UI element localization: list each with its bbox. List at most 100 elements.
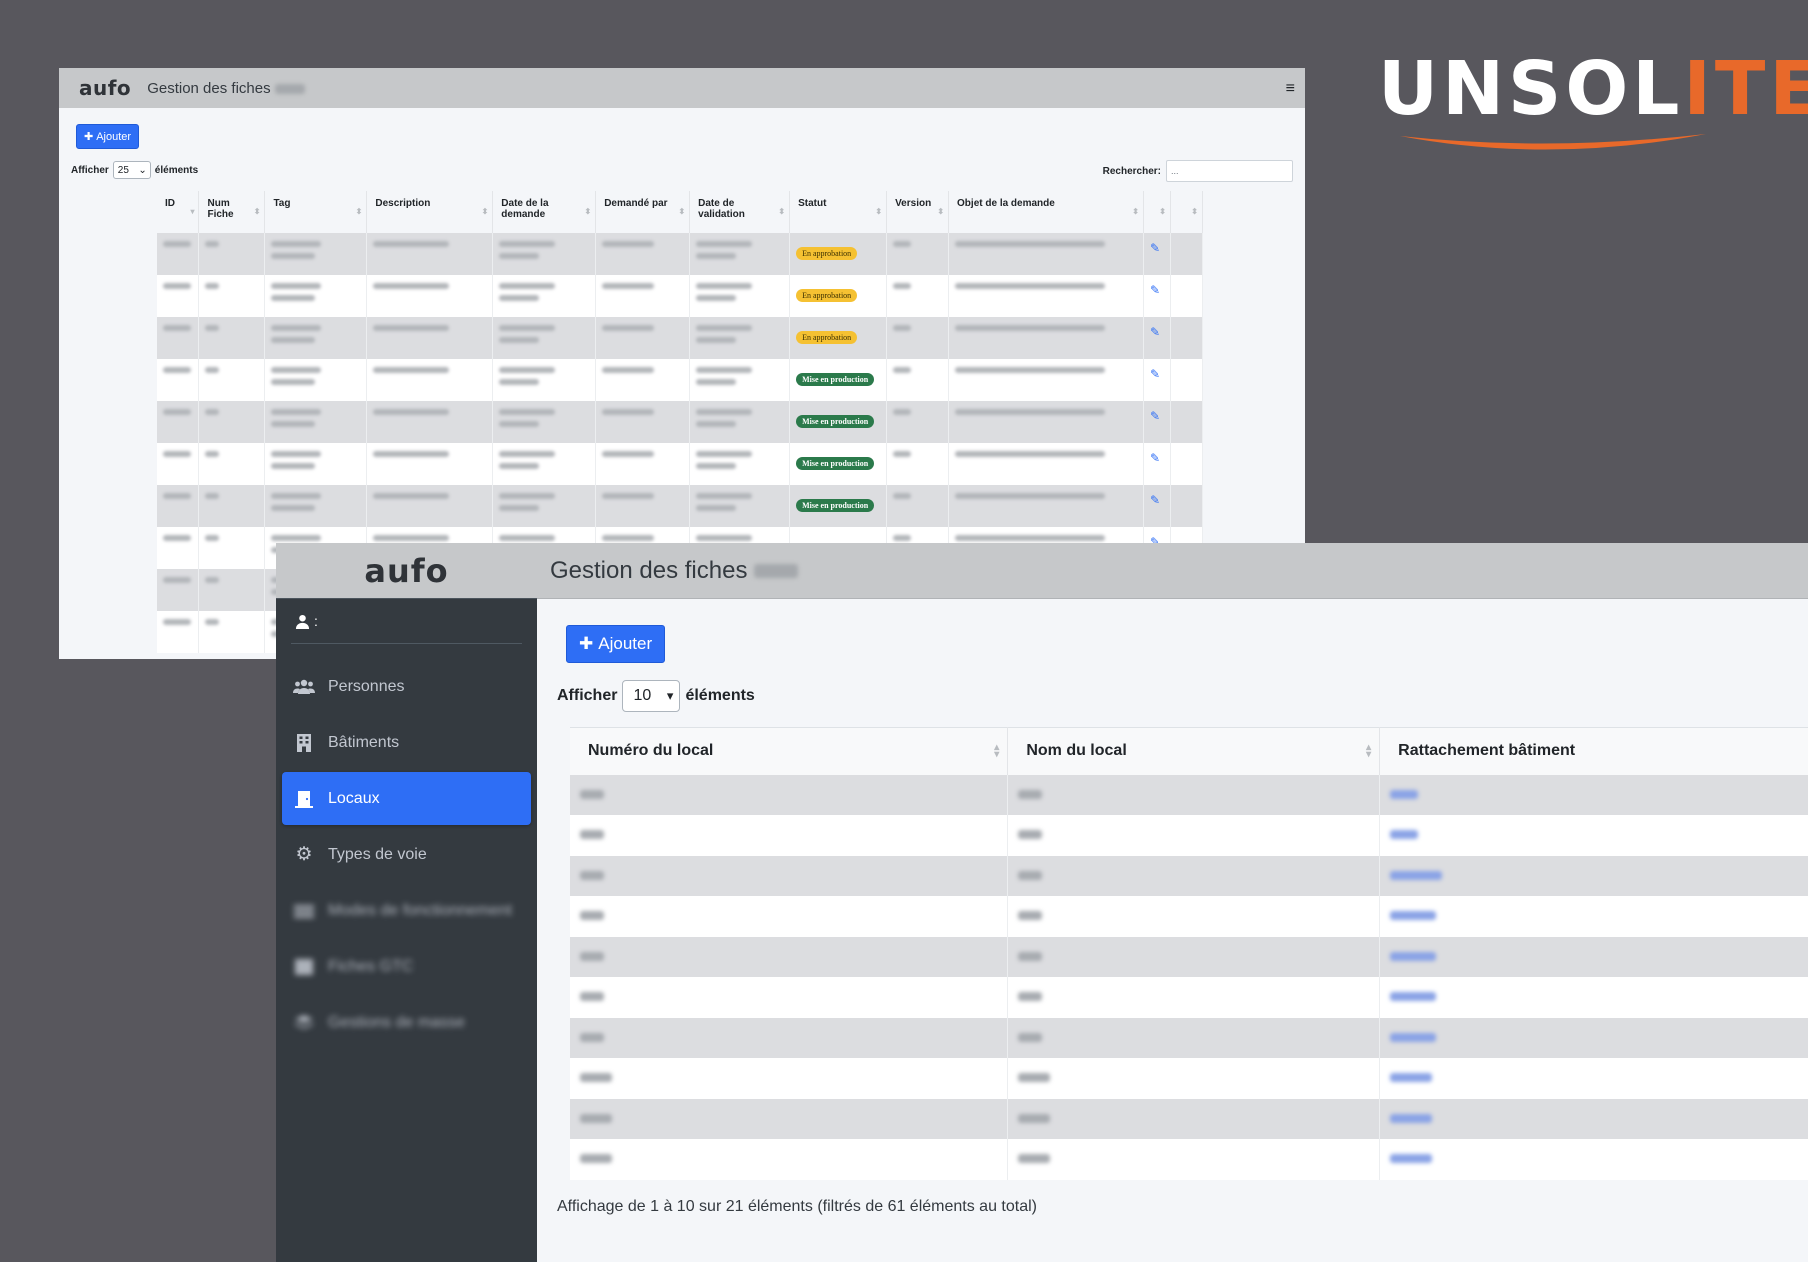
redacted-text	[205, 577, 220, 583]
redacted-text	[696, 451, 753, 457]
redacted-text	[271, 379, 316, 385]
sidebar-brand[interactable]: aufo	[276, 543, 537, 599]
back-search-input[interactable]: ...	[1166, 160, 1293, 182]
table-cell: ✎	[1143, 359, 1171, 401]
user-name: :	[314, 613, 318, 629]
add-button[interactable]: ✚ Ajouter	[566, 625, 666, 663]
edit-icon[interactable]: ✎	[1150, 367, 1160, 381]
user-panel[interactable]: :	[291, 599, 522, 644]
table-row[interactable]	[570, 855, 1808, 896]
table-row[interactable]	[570, 774, 1808, 815]
back-length-select[interactable]: 25 ⌄	[112, 161, 151, 179]
table-row[interactable]	[570, 896, 1808, 937]
redacted-text	[696, 295, 737, 301]
redacted-text	[163, 493, 191, 499]
col-header-num-fiche[interactable]: Num Fiche ⬍	[198, 191, 266, 233]
redacted-text	[696, 337, 737, 343]
table-cell[interactable]	[1379, 1098, 1808, 1139]
table-row[interactable]	[570, 1098, 1808, 1139]
table-row[interactable]	[570, 936, 1808, 977]
redacted-text	[373, 241, 450, 247]
building-link[interactable]	[1390, 992, 1437, 1002]
col-header-nom-local[interactable]: Nom du local ▴ ▾	[1007, 727, 1381, 775]
building-link[interactable]	[1390, 1073, 1433, 1083]
sidebar-item-batiments[interactable]: Bâtiments	[282, 716, 531, 769]
edit-icon[interactable]: ✎	[1150, 451, 1160, 465]
col-header-tag[interactable]: Tag ⬍	[264, 191, 368, 233]
building-link[interactable]	[1390, 1032, 1437, 1042]
building-link[interactable]	[1390, 789, 1419, 799]
col-header-date-demande[interactable]: Date de la demande ⬍	[492, 191, 597, 233]
back-add-button[interactable]: ✚ Ajouter	[76, 124, 140, 149]
col-header-edit[interactable]: ⬍	[1143, 191, 1171, 233]
table-row[interactable]	[570, 1058, 1808, 1099]
building-link[interactable]	[1390, 1113, 1433, 1123]
redacted-text	[499, 505, 540, 511]
length-select[interactable]: 10 ▾	[622, 680, 681, 712]
table-cell: En approbation	[789, 317, 888, 359]
table-cell	[1007, 855, 1381, 896]
table-row[interactable]	[570, 815, 1808, 856]
redacted-text	[1018, 1113, 1051, 1123]
edit-icon[interactable]: ✎	[1150, 325, 1160, 339]
col-header-id[interactable]: ID ▾	[157, 191, 200, 233]
sidebar-item-fiches[interactable]: Fiches GTC	[282, 940, 531, 993]
sidebar-item-personnes[interactable]: Personnes	[282, 660, 531, 713]
sidebar-item-locaux[interactable]: Locaux	[282, 772, 531, 825]
table-row[interactable]	[570, 1139, 1808, 1180]
sidebar-item-types-de-voie[interactable]: ⚙ Types de voie	[282, 828, 531, 881]
table-cell[interactable]	[1379, 977, 1808, 1018]
building-link[interactable]	[1390, 951, 1437, 961]
sidebar-item-modes[interactable]: Modes de fonctionnement	[282, 884, 531, 937]
sidebar-item-gestions[interactable]: Gestions de masse	[282, 996, 531, 1049]
redacted-text	[955, 241, 1106, 247]
table-cell[interactable]	[1379, 1139, 1808, 1180]
table-cell: ✎	[1143, 401, 1171, 443]
col-header-extra[interactable]: ⬍	[1170, 191, 1204, 233]
table-cell: ✎	[1143, 443, 1171, 485]
hamburger-menu-icon[interactable]: ≡	[1286, 80, 1295, 98]
col-header-demande-par[interactable]: Demandé par ⬍	[595, 191, 691, 233]
edit-icon[interactable]: ✎	[1150, 283, 1160, 297]
redacted-text	[1018, 992, 1043, 1002]
table-cell	[689, 443, 791, 485]
redacted-text	[893, 367, 912, 373]
redacted-text	[271, 283, 322, 289]
col-header-rattachement[interactable]: Rattachement bâtiment	[1379, 727, 1808, 775]
col-header-objet[interactable]: Objet de la demande ⬍	[948, 191, 1144, 233]
edit-icon[interactable]: ✎	[1150, 409, 1160, 423]
building-link[interactable]	[1390, 911, 1437, 921]
building-link[interactable]	[1390, 870, 1443, 880]
redacted-text	[580, 1113, 612, 1123]
redacted-text	[955, 367, 1106, 373]
table-cell	[366, 317, 494, 359]
redacted-text	[205, 493, 220, 499]
table-cell	[198, 317, 266, 359]
building-link[interactable]	[1390, 1154, 1433, 1164]
redacted-text	[696, 253, 737, 259]
redacted-text	[271, 451, 322, 457]
table-row[interactable]	[570, 1017, 1808, 1058]
table-cell[interactable]	[1379, 815, 1808, 856]
col-header-description[interactable]: Description ⬍	[366, 191, 494, 233]
table-cell[interactable]	[1379, 855, 1808, 896]
col-header-statut[interactable]: Statut ⬍	[789, 191, 888, 233]
edit-icon[interactable]: ✎	[1150, 241, 1160, 255]
table-cell[interactable]	[1379, 936, 1808, 977]
redacted-text	[163, 535, 191, 541]
building-link[interactable]	[1390, 830, 1419, 840]
table-cell	[1170, 443, 1204, 485]
table-cell[interactable]	[1379, 1017, 1808, 1058]
table-cell[interactable]	[1379, 896, 1808, 937]
table-cell[interactable]	[1379, 774, 1808, 815]
back-page-title: Gestion des fiches	[147, 80, 305, 97]
col-header-version[interactable]: Version ⬍	[886, 191, 950, 233]
redacted-text	[696, 367, 753, 373]
table-cell	[1007, 896, 1381, 937]
table-row[interactable]	[570, 977, 1808, 1018]
redacted-text	[893, 493, 912, 499]
col-header-numero-local[interactable]: Numéro du local ▴ ▾	[570, 727, 1009, 775]
table-cell[interactable]	[1379, 1058, 1808, 1099]
col-header-date-validation[interactable]: Date de validation ⬍	[689, 191, 791, 233]
edit-icon[interactable]: ✎	[1150, 493, 1160, 507]
